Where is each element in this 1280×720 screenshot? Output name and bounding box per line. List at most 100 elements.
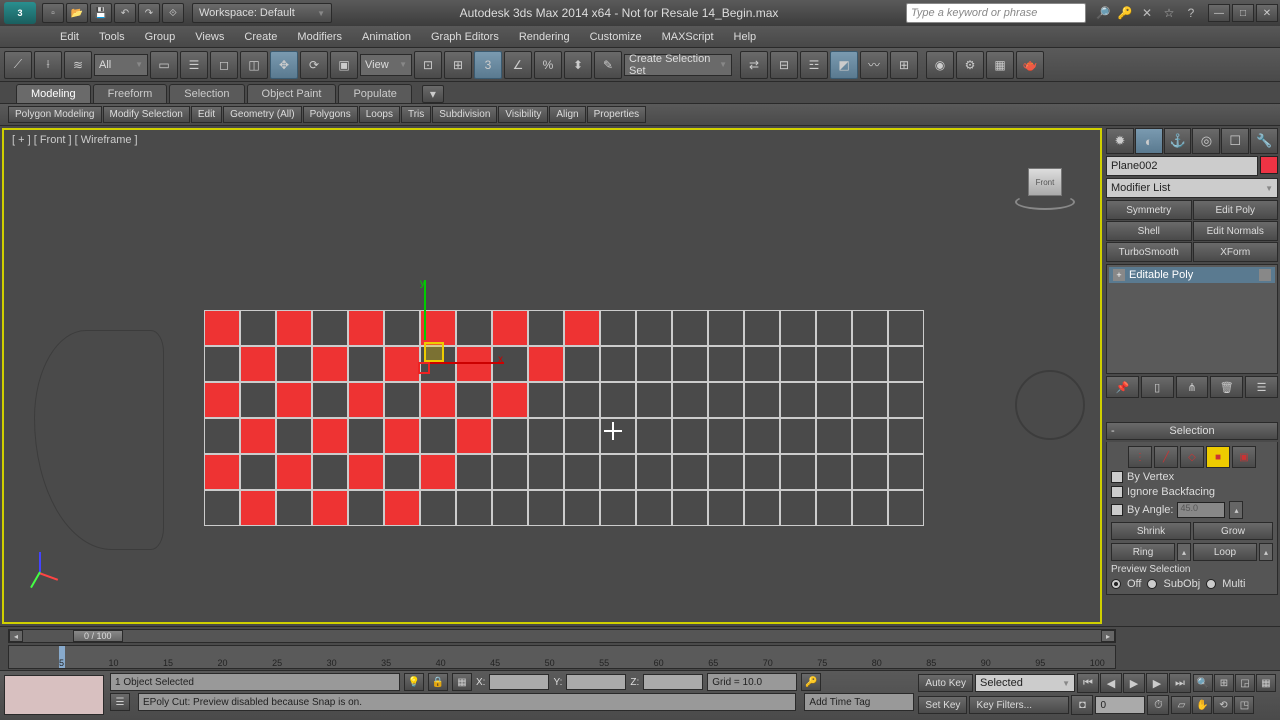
align-icon[interactable]: ⊟ (770, 51, 798, 79)
vertex-subobj-icon[interactable]: ⋮ (1128, 446, 1152, 468)
pin-stack-icon[interactable]: 📌 (1106, 376, 1139, 398)
loop-spinner[interactable]: ▴ (1259, 543, 1273, 561)
remove-modifier-icon[interactable]: 🗑 (1210, 376, 1243, 398)
panel-polygon-modeling[interactable]: Polygon Modeling (8, 106, 102, 123)
use-pivot-icon[interactable]: ⊡ (414, 51, 442, 79)
tab-object-paint[interactable]: Object Paint (247, 84, 337, 103)
bind-space-warp-icon[interactable]: ≋ (64, 51, 92, 79)
display-tab-icon[interactable]: ☐ (1221, 128, 1249, 154)
max-toggle-icon[interactable]: ◳ (1234, 696, 1254, 714)
menu-help[interactable]: Help (724, 28, 767, 46)
tab-populate[interactable]: Populate (338, 84, 411, 103)
redo-icon[interactable]: ↷ (138, 3, 160, 23)
render-icon[interactable]: 🫖 (1016, 51, 1044, 79)
ribbon-toggle-icon[interactable]: ▾ (422, 85, 444, 103)
panel-modify-selection[interactable]: Modify Selection (103, 106, 190, 123)
maxscript-mini-listener[interactable] (0, 671, 110, 719)
select-object-icon[interactable]: ▭ (150, 51, 178, 79)
schematic-icon[interactable]: ⊞ (890, 51, 918, 79)
signin-icon[interactable]: 🔑 (1116, 4, 1134, 22)
prev-frame-icon[interactable]: ◀ (1100, 673, 1122, 693)
viewcube-face[interactable]: Front (1028, 168, 1062, 196)
gizmo-x-axis-icon[interactable] (424, 362, 504, 364)
undo-icon[interactable]: ↶ (114, 3, 136, 23)
unlink-icon[interactable]: ⟊ (34, 51, 62, 79)
isolate-icon[interactable]: ▦ (452, 673, 472, 691)
angle-spinner[interactable]: ▴ (1229, 501, 1243, 519)
comm-center-icon[interactable]: 🔑 (801, 673, 821, 691)
menu-group[interactable]: Group (135, 28, 186, 46)
play-icon[interactable]: ▶ (1123, 673, 1145, 693)
viewcube-ring-icon[interactable] (1015, 194, 1075, 210)
named-selection-dropdown[interactable]: Create Selection Set▼ (624, 54, 732, 76)
goto-end-icon[interactable]: ⏭ (1169, 673, 1191, 693)
time-slider-thumb[interactable]: 0 / 100 (73, 630, 123, 642)
current-frame-input[interactable]: 0 (1095, 696, 1145, 714)
menu-animation[interactable]: Animation (352, 28, 421, 46)
loop-button[interactable]: Loop (1193, 543, 1257, 561)
create-tab-icon[interactable]: ✹ (1106, 128, 1134, 154)
panel-align[interactable]: Align (549, 106, 585, 123)
help-icon[interactable]: ? (1182, 4, 1200, 22)
fov-icon[interactable]: ▱ (1171, 696, 1191, 714)
panel-visibility[interactable]: Visibility (498, 106, 548, 123)
time-ruler[interactable]: 5101520253035404550556065707580859095100 (8, 645, 1116, 669)
script-icon[interactable]: ☰ (110, 693, 130, 711)
configure-sets-icon[interactable]: ☰ (1245, 376, 1278, 398)
ps-subobj-radio[interactable] (1147, 579, 1157, 589)
object-color-swatch[interactable] (1260, 156, 1278, 174)
panel-loops[interactable]: Loops (359, 106, 400, 123)
mini-listener-input[interactable] (4, 675, 104, 715)
stack-toggle-icon[interactable] (1259, 269, 1271, 281)
percent-snap-icon[interactable]: % (534, 51, 562, 79)
expand-icon[interactable]: + (1113, 269, 1125, 281)
workspace-dropdown[interactable]: Workspace: Default ▼ (192, 3, 332, 23)
plane-grid[interactable] (204, 310, 934, 540)
panel-tris[interactable]: Tris (401, 106, 431, 123)
edit-normals-button[interactable]: Edit Normals (1193, 221, 1279, 241)
by-angle-input[interactable]: 45.0 (1177, 502, 1225, 518)
menu-rendering[interactable]: Rendering (509, 28, 580, 46)
shrink-button[interactable]: Shrink (1111, 522, 1191, 540)
zoom-icon[interactable]: 🔍 (1193, 674, 1213, 692)
snap-toggle-icon[interactable]: 3 (474, 51, 502, 79)
search-icon[interactable]: 🔎 (1094, 4, 1112, 22)
menu-create[interactable]: Create (234, 28, 287, 46)
open-icon[interactable]: 📂 (66, 3, 88, 23)
gizmo-xy-plane-icon[interactable] (424, 342, 444, 362)
ps-off-radio[interactable] (1111, 579, 1121, 589)
make-unique-icon[interactable]: ⋔ (1176, 376, 1209, 398)
modify-tab-icon[interactable]: ◐ (1135, 128, 1163, 154)
select-link-icon[interactable]: ⟋ (4, 51, 32, 79)
tab-selection[interactable]: Selection (169, 84, 244, 103)
utilities-tab-icon[interactable]: 🔧 (1250, 128, 1278, 154)
link-icon[interactable]: ⟐ (162, 3, 184, 23)
zoom-all-icon[interactable]: ⊞ (1214, 674, 1234, 692)
show-end-result-icon[interactable]: ▯ (1141, 376, 1174, 398)
next-frame-icon[interactable]: ▶ (1146, 673, 1168, 693)
panel-geometry-all[interactable]: Geometry (All) (223, 106, 301, 123)
menu-tools[interactable]: Tools (89, 28, 135, 46)
modifier-list-dropdown[interactable]: Modifier List ▼ (1106, 178, 1278, 198)
minimize-button[interactable]: — (1208, 4, 1230, 22)
select-region-icon[interactable]: ◻ (210, 51, 238, 79)
goto-start-icon[interactable]: ⏮ (1077, 673, 1099, 693)
zoom-extents-icon[interactable]: ◲ (1235, 674, 1255, 692)
panel-edit[interactable]: Edit (191, 106, 222, 123)
material-editor-icon[interactable]: ◉ (926, 51, 954, 79)
by-angle-checkbox[interactable] (1111, 504, 1123, 516)
maximize-button[interactable]: □ (1232, 4, 1254, 22)
edit-named-sel-icon[interactable]: ✎ (594, 51, 622, 79)
zoom-extents-all-icon[interactable]: ▦ (1256, 674, 1276, 692)
tab-freeform[interactable]: Freeform (93, 84, 168, 103)
gizmo-y-axis-icon[interactable] (424, 280, 426, 340)
menu-maxscript[interactable]: MAXScript (652, 28, 724, 46)
time-next-icon[interactable]: ▸ (1101, 630, 1115, 642)
key-filters-button[interactable]: Key Filters... (969, 696, 1069, 714)
y-coord-input[interactable] (566, 674, 626, 690)
render-setup-icon[interactable]: ⚙ (956, 51, 984, 79)
panel-polygons[interactable]: Polygons (303, 106, 358, 123)
modifier-stack[interactable]: + Editable Poly (1106, 264, 1278, 374)
graphite-icon[interactable]: ◩ (830, 51, 858, 79)
window-crossing-icon[interactable]: ◫ (240, 51, 268, 79)
